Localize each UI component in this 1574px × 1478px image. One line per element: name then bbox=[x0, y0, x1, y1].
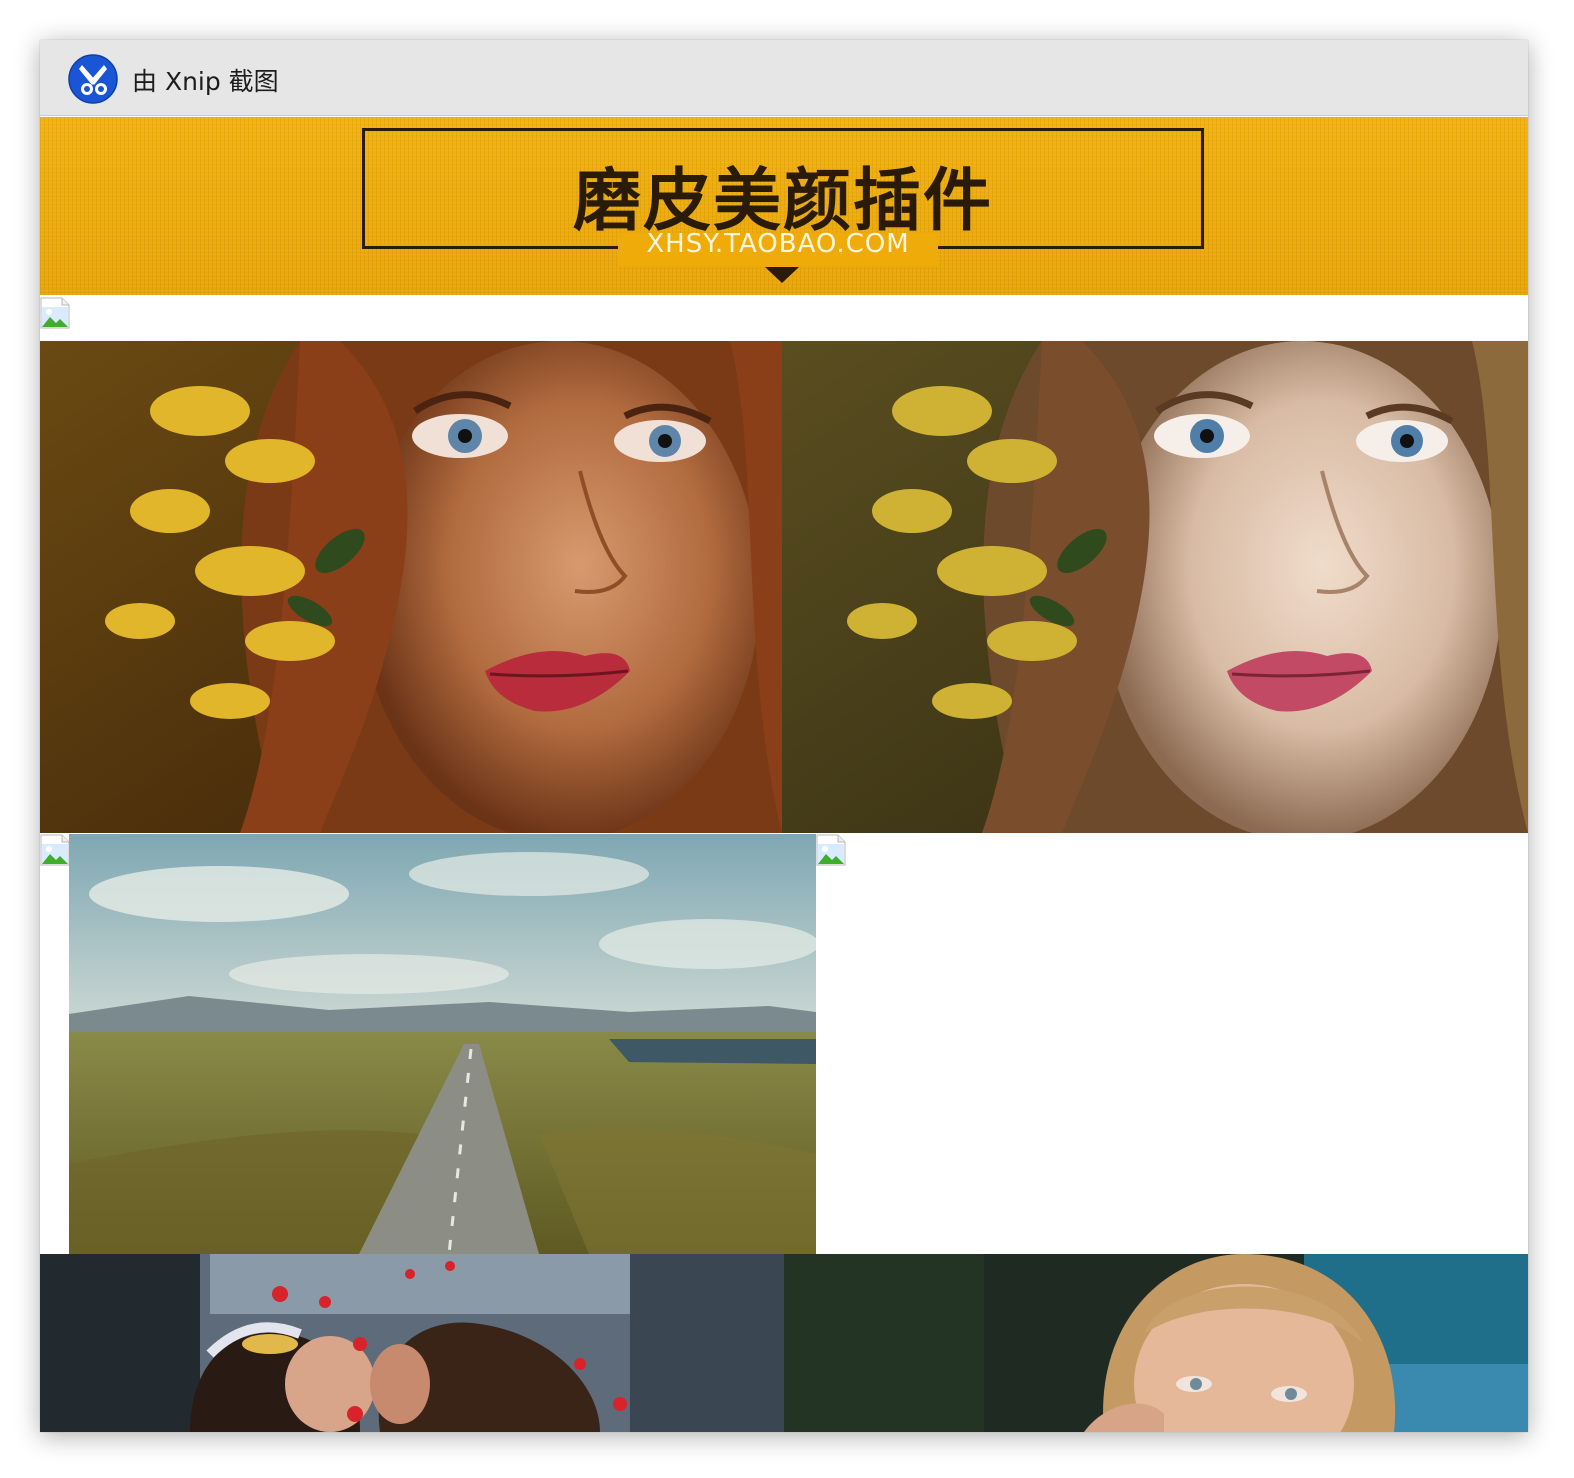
banner: 磨皮美颜插件 XHSY.TAOBAO.COM bbox=[40, 117, 1528, 295]
portrait-after bbox=[782, 341, 1528, 833]
girl-portrait bbox=[784, 1254, 1528, 1432]
road-landscape bbox=[69, 834, 816, 1254]
broken-image-icon bbox=[40, 834, 70, 866]
banner-url: XHSY.TAOBAO.COM bbox=[646, 229, 910, 259]
broken-image-icon bbox=[816, 834, 846, 866]
title-bar[interactable]: 由 Xnip 截图 bbox=[40, 40, 1528, 116]
app-window: 由 Xnip 截图 磨皮美颜插件 XHSY.TAOBAO.COM bbox=[40, 40, 1528, 1432]
xnip-scissors-icon bbox=[68, 54, 118, 104]
portrait-before bbox=[40, 341, 782, 833]
broken-image-icon bbox=[40, 297, 70, 329]
page-content: 磨皮美颜插件 XHSY.TAOBAO.COM bbox=[40, 117, 1528, 1432]
wedding-kiss bbox=[40, 1254, 784, 1432]
window-title: 由 Xnip 截图 bbox=[132, 67, 279, 96]
banner-arrow-icon bbox=[765, 267, 799, 283]
